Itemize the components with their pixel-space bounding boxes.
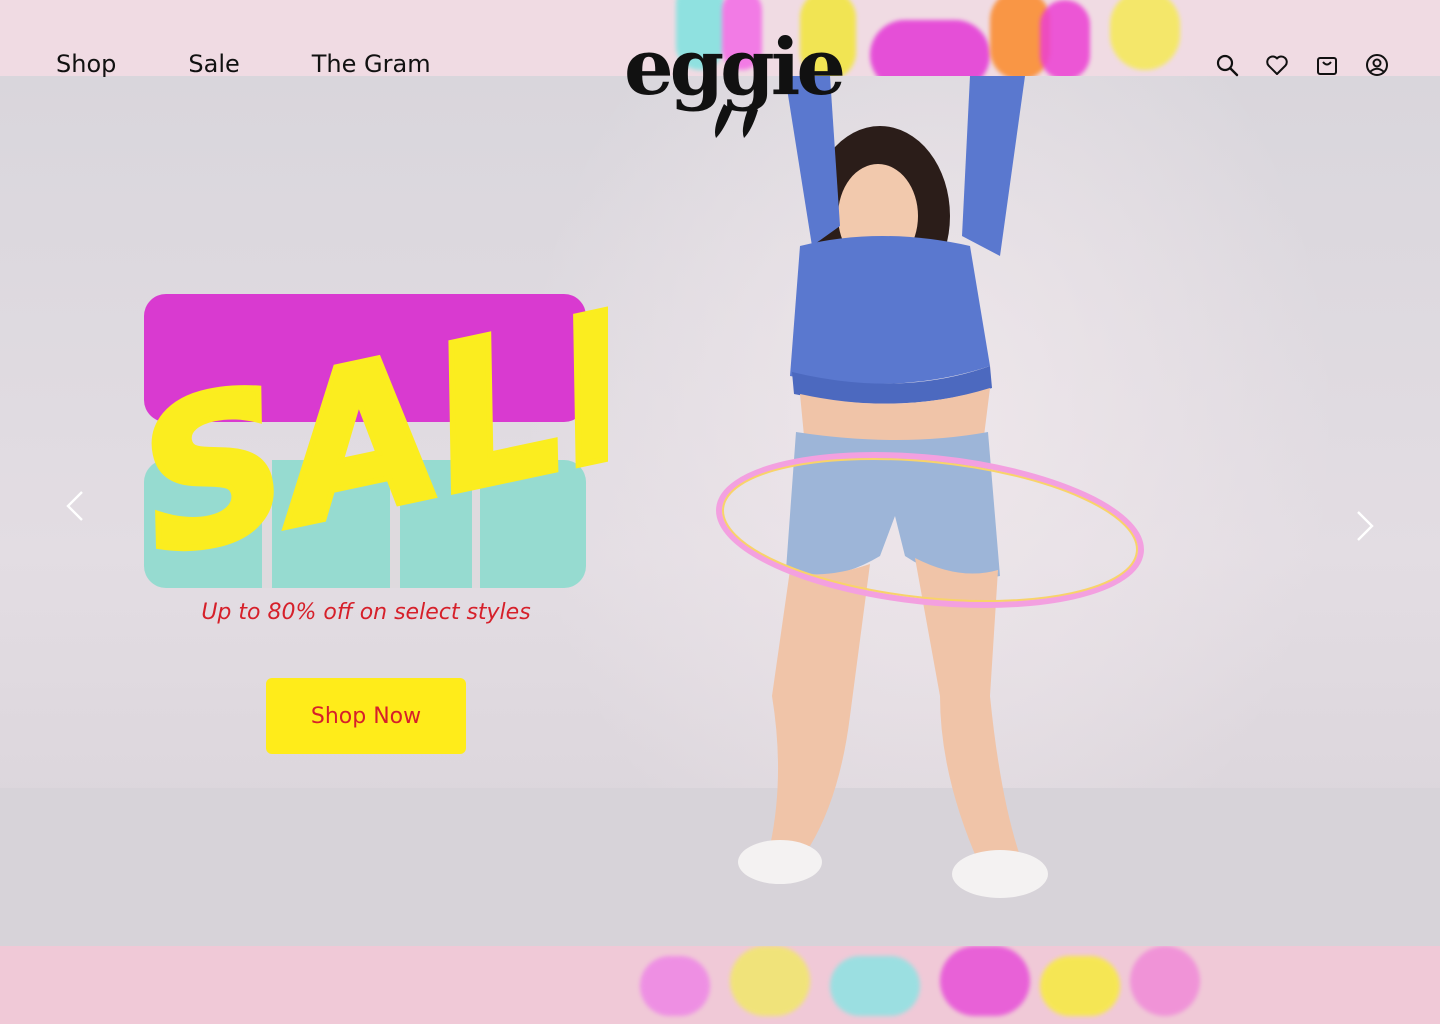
main-nav: Shop Sale The Gram [56,50,503,78]
carousel-next-icon[interactable] [1350,506,1380,546]
hero-model-image [716,76,1144,898]
sale-headline-graphic: SALE [128,288,608,598]
nav-shop[interactable]: Shop [56,50,116,78]
search-icon[interactable] [1214,52,1240,78]
carousel-prev-icon[interactable] [62,486,92,526]
nav-the-gram[interactable]: The Gram [312,50,431,78]
header-icons [1214,52,1390,78]
shop-now-button[interactable]: Shop Now [266,678,466,754]
account-icon[interactable] [1364,52,1390,78]
nav-sale[interactable]: Sale [188,50,239,78]
sale-subtitle: Up to 80% off on select styles [201,600,531,625]
cart-icon[interactable] [1314,52,1340,78]
eggie-logo[interactable]: eggie [620,18,848,142]
logo-text: eggie [624,22,843,113]
bottom-decorative-band [0,946,1440,1024]
heart-icon[interactable] [1264,52,1290,78]
